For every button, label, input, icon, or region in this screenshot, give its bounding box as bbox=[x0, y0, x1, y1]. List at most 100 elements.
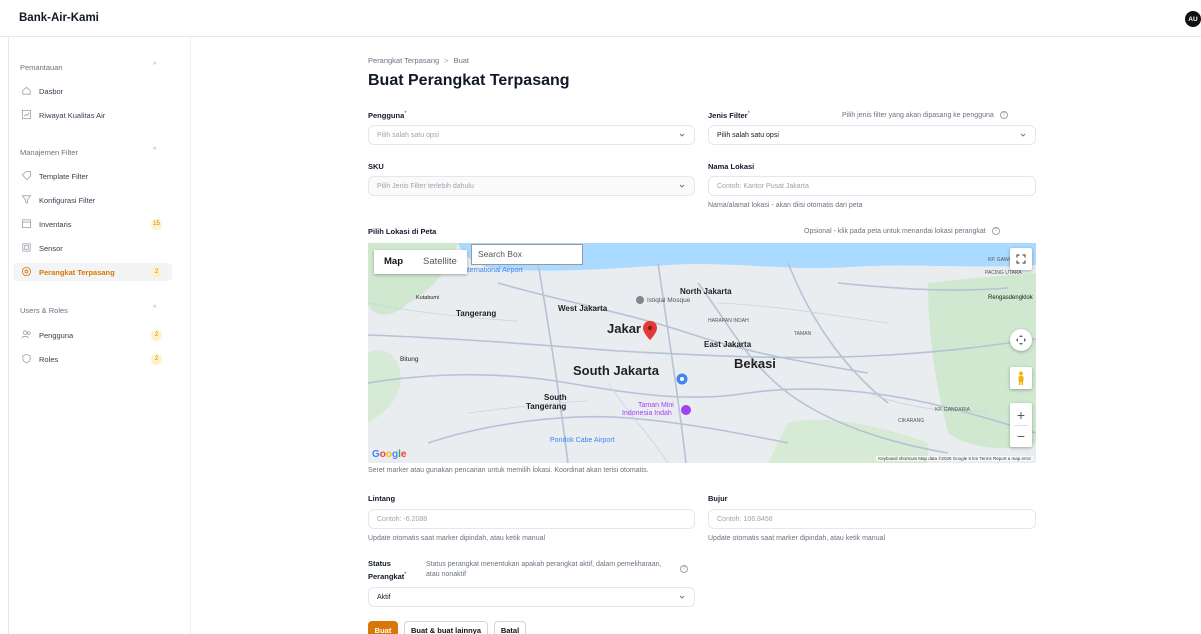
map-label-south-jakarta: South Jakarta bbox=[573, 363, 659, 378]
page-title: Buat Perangkat Terpasang bbox=[368, 72, 570, 89]
breadcrumb-separator: > bbox=[444, 56, 449, 65]
map-label-kp-gandaria: KP. GANDARIA bbox=[935, 407, 970, 413]
status-select[interactable]: Aktif bbox=[368, 587, 695, 607]
map-label-tangerang: Tangerang bbox=[456, 309, 497, 318]
cancel-button[interactable]: Batal bbox=[494, 621, 526, 634]
breadcrumb-current: Buat bbox=[453, 56, 469, 65]
map-attribution[interactable]: Keyboard shortcuts Map data ©2026 Google… bbox=[876, 456, 1033, 461]
sidebar-item-label: Sensor bbox=[39, 243, 63, 253]
shield-icon bbox=[22, 353, 31, 364]
sidebar-item-label: Template Filter bbox=[39, 171, 89, 181]
jenis-filter-hint-text: Pilih jenis filter yang akan dipasang ke… bbox=[842, 111, 994, 119]
peta-label: Pilih Lokasi di Peta bbox=[368, 227, 437, 236]
map-label-pacing-utara: PACING UTARA bbox=[985, 270, 1022, 276]
sidebar-item-riwayat[interactable]: Riwayat Kualitas Air bbox=[13, 106, 172, 124]
count-badge: 2 bbox=[151, 266, 162, 278]
section-manajemen-filter[interactable]: Manajemen Filter bbox=[20, 148, 78, 157]
required-mark: * bbox=[747, 111, 750, 117]
breadcrumb: Perangkat Terpasang > Buat bbox=[368, 56, 469, 65]
chevron-down-icon bbox=[679, 184, 685, 188]
map-label-bitung: Bitung bbox=[400, 356, 419, 363]
count-badge: 2 bbox=[151, 353, 162, 365]
peta-hint: Opsional - klik pada peta untuk menandai… bbox=[804, 227, 1000, 235]
map-label-rengasdengklok: Rengasdengklok bbox=[988, 295, 1033, 301]
sidebar-item-dasbor[interactable]: Dasbor bbox=[13, 82, 172, 100]
fullscreen-icon[interactable] bbox=[1010, 248, 1032, 270]
pengguna-select[interactable]: Pilih salah satu opsi bbox=[368, 125, 695, 145]
section-users-roles[interactable]: Users & Roles bbox=[20, 306, 68, 315]
required-mark: * bbox=[404, 111, 407, 117]
sku-placeholder: Pilih Jenis Filter terlebih dahulu bbox=[377, 183, 474, 190]
chart-icon bbox=[21, 109, 32, 120]
map-canvas[interactable] bbox=[368, 243, 1036, 463]
chevron-down-icon bbox=[679, 595, 685, 599]
sidebar-item-inventaris[interactable]: Inventaris 15 bbox=[13, 215, 172, 233]
user-avatar[interactable]: AU bbox=[1185, 11, 1201, 27]
pengguna-label: Pengguna* bbox=[368, 111, 407, 120]
map-label-bekasi: Bekasi bbox=[734, 356, 776, 371]
map-label-taman-mini-1: Taman Mini bbox=[638, 402, 674, 409]
help-icon[interactable]: ? bbox=[680, 565, 688, 573]
map-label-north-jakarta: North Jakarta bbox=[680, 287, 732, 296]
lintang-helper: Update otomatis saat marker dipindah, at… bbox=[368, 535, 546, 542]
map-label-south-tangerang-2: Tangerang bbox=[526, 402, 567, 411]
sku-label: SKU bbox=[368, 162, 384, 171]
sidebar-item-roles[interactable]: Roles 2 bbox=[13, 350, 172, 368]
sidebar-item-pengguna[interactable]: Pengguna 2 bbox=[13, 326, 172, 344]
section-pemantauan[interactable]: Pemantauan bbox=[20, 63, 63, 72]
sidebar-item-label: Inventaris bbox=[39, 219, 72, 229]
chevron-up-icon[interactable]: ^ bbox=[153, 62, 156, 69]
rotate-icon[interactable] bbox=[1010, 329, 1032, 351]
cpu-icon bbox=[22, 243, 31, 252]
pengguna-label-text: Pengguna bbox=[368, 111, 405, 120]
nama-lokasi-helper: Nama/alamat lokasi - akan diisi otomatis… bbox=[708, 202, 863, 209]
breadcrumb-parent[interactable]: Perangkat Terpasang bbox=[368, 56, 439, 65]
lintang-input[interactable]: Contoh: -6.2088 bbox=[368, 509, 695, 529]
create-more-button[interactable]: Buat & buat lainnya bbox=[404, 621, 488, 634]
status-hint: Status perangkat menentukan apakah peran… bbox=[426, 561, 662, 578]
sidebar-item-sensor[interactable]: Sensor bbox=[13, 239, 172, 257]
sku-select[interactable]: Pilih Jenis Filter terlebih dahulu bbox=[368, 176, 695, 196]
app-title[interactable]: Bank-Air-Kami bbox=[19, 12, 99, 24]
sidebar-item-perangkat-terpasang[interactable]: Perangkat Terpasang 2 bbox=[13, 263, 172, 281]
nama-lokasi-input[interactable]: Contoh: Kantor Pusat Jakarta bbox=[708, 176, 1036, 196]
users-icon bbox=[21, 330, 31, 339]
map-label-taman: TAMAN bbox=[794, 331, 812, 337]
chevron-up-icon[interactable]: ^ bbox=[153, 305, 156, 312]
sidebar-item-konfigurasi-filter[interactable]: Konfigurasi Filter bbox=[13, 191, 172, 209]
location-map[interactable]: Jakar South Jakarta Bekasi North Jakarta… bbox=[368, 243, 1036, 463]
map-label-west-jakarta: West Jakarta bbox=[558, 304, 608, 313]
sidebar-item-template-filter[interactable]: Template Filter bbox=[13, 167, 172, 185]
map-label-cikarang: CIKARANG bbox=[898, 418, 925, 424]
map-type-tabs: Map Satellite bbox=[374, 250, 467, 274]
chevron-up-icon[interactable]: ^ bbox=[153, 147, 156, 154]
map-search-input[interactable]: Search Box bbox=[471, 244, 583, 265]
lintang-label: Lintang bbox=[368, 494, 396, 503]
google-logo: Google bbox=[372, 449, 407, 460]
map-label-istiqlal: Istiqlal Mosque bbox=[647, 297, 691, 304]
create-button[interactable]: Buat bbox=[368, 621, 398, 634]
sidebar: Pemantauan ^ Dasbor Riwayat Kualitas Air… bbox=[8, 37, 191, 634]
bujur-input[interactable]: Contoh: 106.8456 bbox=[708, 509, 1036, 529]
nama-lokasi-placeholder: Contoh: Kantor Pusat Jakarta bbox=[717, 183, 809, 190]
jenis-filter-select[interactable]: Pilih salah satu opsi bbox=[708, 125, 1036, 145]
map-label-harapan-indah: HARAPAN INDAH bbox=[708, 318, 749, 324]
pengguna-placeholder: Pilih salah satu opsi bbox=[377, 132, 439, 139]
jenis-filter-hint: Pilih jenis filter yang akan dipasang ke… bbox=[842, 111, 1008, 119]
sidebar-item-label: Riwayat Kualitas Air bbox=[39, 110, 106, 120]
peta-helper: Seret marker atau gunakan pencarian untu… bbox=[368, 467, 649, 474]
map-label-pondok-cabe: Pondok Cabe Airport bbox=[550, 437, 615, 444]
pegman-icon[interactable] bbox=[1010, 367, 1032, 389]
count-badge: 2 bbox=[151, 329, 162, 341]
map-tab-satellite[interactable]: Satellite bbox=[413, 250, 467, 274]
box-icon bbox=[21, 219, 32, 229]
jenis-filter-value: Pilih salah satu opsi bbox=[717, 132, 779, 139]
jenis-filter-label-text: Jenis Filter bbox=[708, 111, 748, 120]
map-tab-map[interactable]: Map bbox=[374, 250, 413, 274]
zoom-in-icon[interactable]: + bbox=[1017, 405, 1025, 425]
lintang-placeholder: Contoh: -6.2088 bbox=[377, 516, 428, 523]
zoom-out-icon[interactable]: − bbox=[1017, 426, 1025, 446]
help-icon[interactable]: ? bbox=[999, 111, 1008, 119]
status-label-line1: Status bbox=[368, 559, 391, 568]
help-icon[interactable]: ? bbox=[991, 227, 1000, 235]
